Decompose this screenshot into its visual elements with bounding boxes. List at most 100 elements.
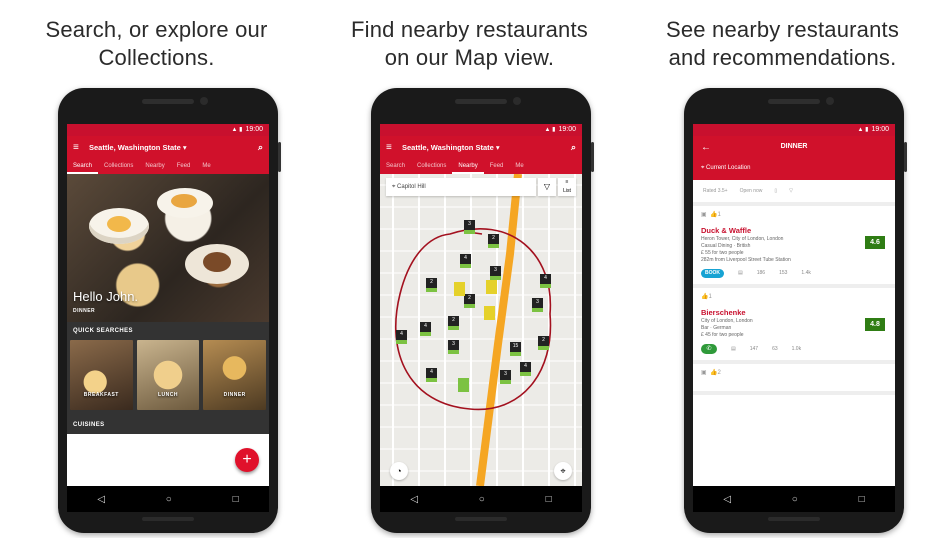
filter-open-now[interactable]: Open now bbox=[740, 188, 763, 194]
search-icon[interactable]: ⌕ bbox=[571, 142, 576, 153]
quick-search-breakfast[interactable]: BREAKFAST bbox=[70, 340, 133, 410]
restaurant-pin[interactable]: 2 bbox=[448, 316, 459, 330]
restaurant-card[interactable]: ▣ 👍2 bbox=[693, 364, 895, 395]
speaker bbox=[455, 99, 507, 104]
bookmark-icon[interactable]: ▣ bbox=[701, 370, 707, 376]
tab-me[interactable]: Me bbox=[509, 158, 529, 174]
tab-collections[interactable]: Collections bbox=[411, 158, 452, 174]
home-nav-icon[interactable]: ○ bbox=[792, 494, 798, 505]
quick-search-dinner[interactable]: DINNER bbox=[203, 340, 267, 410]
back-nav-icon[interactable]: ◁ bbox=[410, 494, 418, 505]
restaurant-pin[interactable]: 4 bbox=[420, 322, 431, 336]
restaurant-pin[interactable]: 3 bbox=[464, 220, 475, 234]
selected-pin[interactable] bbox=[454, 282, 465, 296]
filter-rated[interactable]: Rated 3.5+ bbox=[703, 188, 728, 194]
camera bbox=[513, 97, 521, 105]
tab-nearby[interactable]: Nearby bbox=[139, 158, 170, 174]
book-button[interactable]: BOOK bbox=[701, 269, 724, 278]
restaurant-pin[interactable]: 3 bbox=[532, 298, 543, 312]
followers-count[interactable]: 1.4k bbox=[801, 270, 810, 277]
speaker bbox=[142, 517, 194, 521]
list-toggle-button[interactable]: ≡ List bbox=[558, 178, 576, 196]
recents-nav-icon[interactable]: □ bbox=[546, 494, 552, 505]
reviews-count[interactable]: 63 bbox=[772, 346, 778, 353]
search-icon[interactable]: ⌕ bbox=[258, 142, 263, 153]
home-nav-icon[interactable]: ○ bbox=[166, 494, 172, 505]
restaurant-pin[interactable]: 3 bbox=[500, 370, 511, 384]
restaurant-pin[interactable]: 4 bbox=[460, 254, 471, 268]
restaurant-pin[interactable]: 3 bbox=[490, 266, 501, 280]
likes-count: 1 bbox=[708, 294, 712, 300]
status-time: 19:00 bbox=[871, 126, 889, 133]
recents-nav-icon[interactable]: □ bbox=[859, 494, 865, 505]
restaurant-pin[interactable]: 4 bbox=[396, 330, 407, 344]
restaurant-pin[interactable]: 3 bbox=[448, 340, 459, 354]
location-selector[interactable]: Seattle, Washington State ▾ bbox=[89, 143, 258, 152]
hamburger-menu-icon[interactable]: ≡ bbox=[386, 142, 396, 153]
tab-me[interactable]: Me bbox=[196, 158, 216, 174]
photos-count[interactable]: 147 bbox=[750, 346, 758, 353]
menu-icon[interactable]: ▤ bbox=[738, 270, 743, 277]
status-bar: ▲ ▮ 19:00 bbox=[380, 124, 582, 136]
location-selector[interactable]: Seattle, Washington State ▾ bbox=[402, 143, 571, 152]
tab-feed[interactable]: Feed bbox=[171, 158, 197, 174]
restaurant-pin[interactable]: 4 bbox=[426, 368, 437, 382]
restaurant-pin[interactable]: 4 bbox=[540, 274, 551, 288]
quick-search-lunch[interactable]: LUNCH bbox=[136, 340, 200, 410]
tab-feed[interactable]: Feed bbox=[484, 158, 510, 174]
tab-nearby[interactable]: Nearby bbox=[452, 158, 484, 174]
highway-road bbox=[476, 174, 522, 486]
filter-row: Rated 3.5+ Open now ▯ ▽ bbox=[693, 180, 895, 206]
current-location[interactable]: ⌖ Current Location bbox=[701, 165, 750, 172]
filter-icon[interactable]: ▽ bbox=[789, 188, 793, 194]
followers-count[interactable]: 1.0k bbox=[792, 346, 801, 353]
call-button[interactable]: ✆ bbox=[701, 344, 717, 354]
restaurant-pin[interactable]: 2 bbox=[426, 278, 437, 292]
panel-nearby: See nearby restaurants and recommendatio… bbox=[626, 0, 939, 538]
tab-search[interactable]: Search bbox=[67, 158, 99, 174]
recents-nav-icon[interactable]: □ bbox=[233, 494, 239, 505]
current-location-label: Current Location bbox=[706, 165, 751, 171]
compass-icon[interactable]: ◔ bbox=[390, 462, 408, 480]
map-search-input[interactable]: ⌖ Capitol Hill bbox=[386, 178, 536, 196]
restaurant-card[interactable]: 👍1 4.8 Bierschenke City of London, Londo… bbox=[693, 288, 895, 364]
bookmark-icon[interactable]: ▯ bbox=[774, 188, 777, 194]
side-button bbox=[904, 142, 907, 172]
tab-search[interactable]: Search bbox=[380, 158, 411, 174]
back-nav-icon[interactable]: ◁ bbox=[97, 494, 105, 505]
likes-row: 👍1 bbox=[701, 294, 887, 301]
restaurant-pin[interactable]: 15 bbox=[510, 342, 521, 356]
restaurant-pin[interactable]: 4 bbox=[520, 362, 531, 376]
restaurant-card[interactable]: ▣ 👍1 4.6 Duck & Waffle Heron Tower, City… bbox=[693, 206, 895, 288]
restaurant-pin[interactable]: 2 bbox=[538, 336, 549, 350]
selected-pin[interactable] bbox=[486, 280, 497, 294]
thumbs-up-icon[interactable]: 👍 bbox=[710, 370, 717, 376]
thumbs-up-icon[interactable]: 👍 bbox=[710, 212, 717, 218]
restaurant-address: City of London, London bbox=[701, 318, 753, 324]
restaurant-name[interactable]: Duck & Waffle bbox=[701, 227, 887, 235]
photos-count[interactable]: 186 bbox=[757, 270, 765, 277]
reviews-count[interactable]: 153 bbox=[779, 270, 787, 277]
quick-search-label: LUNCH bbox=[158, 392, 178, 398]
restaurant-pin[interactable]: 2 bbox=[464, 294, 475, 308]
filter-icon[interactable]: ▽ bbox=[538, 178, 556, 196]
panel-caption: Find nearby restaurants on our Map view. bbox=[351, 17, 588, 70]
phone-frame: ▲ ▮ 19:00 ≡ Seattle, Washington State ▾ ⌕… bbox=[371, 88, 594, 533]
add-fab-button[interactable]: + bbox=[235, 448, 259, 472]
locate-me-icon[interactable]: ⌖ bbox=[554, 462, 572, 480]
quick-searches-row: BREAKFAST LUNCH DINNER bbox=[67, 340, 269, 416]
map-view[interactable]: ⌖ Capitol Hill ▽ ≡ List 3 2 4 2 3 4 2 3 4… bbox=[380, 174, 582, 486]
back-nav-icon[interactable]: ◁ bbox=[723, 494, 731, 505]
menu-icon[interactable]: ▤ bbox=[731, 346, 736, 353]
tab-bar: Search Collections Nearby Feed Me bbox=[380, 158, 582, 174]
hamburger-menu-icon[interactable]: ≡ bbox=[73, 142, 83, 153]
restaurant-pin[interactable]: 2 bbox=[488, 234, 499, 248]
speaker bbox=[455, 517, 507, 521]
hero-image[interactable]: Hello John. DINNER bbox=[67, 174, 269, 322]
bookmark-icon[interactable]: ▣ bbox=[701, 212, 707, 218]
home-nav-icon[interactable]: ○ bbox=[479, 494, 485, 505]
tab-collections[interactable]: Collections bbox=[98, 158, 139, 174]
selected-pin[interactable] bbox=[458, 378, 469, 392]
restaurant-name[interactable]: Bierschenke bbox=[701, 309, 887, 317]
selected-pin[interactable] bbox=[484, 306, 495, 320]
